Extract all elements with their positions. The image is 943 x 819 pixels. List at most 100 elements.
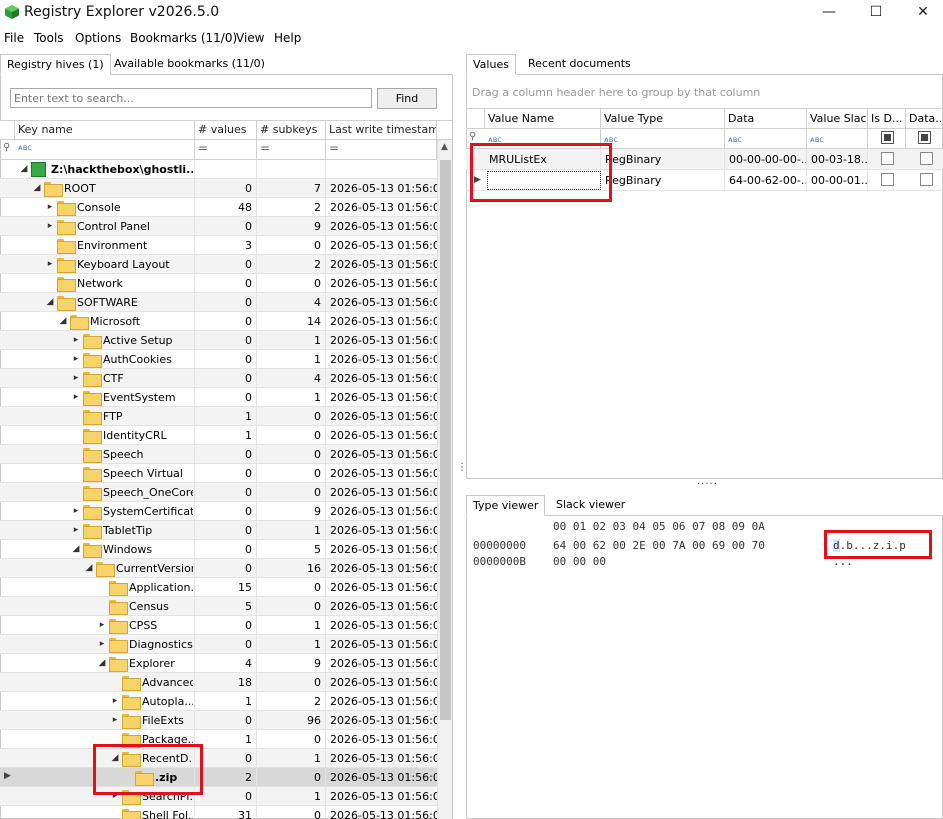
is-deleted-checkbox[interactable] [881,173,894,186]
search-input[interactable] [10,88,372,108]
tab-slack-viewer[interactable]: Slack viewer [550,495,631,516]
col-value-slack[interactable]: Value Slack [807,109,868,129]
tree-row[interactable]: ▸ EventSystem 0 1 2026-05-13 01:56:03 [0,388,437,407]
expand-icon[interactable]: ▸ [97,620,107,630]
is-deleted-filter-checkbox[interactable] [881,131,894,144]
menu-tools[interactable]: Tools [34,31,64,45]
key-name-cell[interactable]: ◢ ROOT [15,179,195,198]
tree-row[interactable]: FTP 1 0 2026-05-13 01:56:02 [0,407,437,426]
menu-options[interactable]: Options [75,31,121,45]
expand-icon[interactable]: ▸ [45,202,55,212]
filter-is-deleted[interactable] [868,129,906,148]
key-name-cell[interactable]: ▸ FileExts [15,711,195,730]
key-name-cell[interactable]: IdentityCRL [15,426,195,445]
key-name-cell[interactable]: ▸ Keyboard Layout [15,255,195,274]
col-is-deleted[interactable]: Is D... [868,109,906,129]
key-name-cell[interactable]: ◢ Z:\hackthebox\ghostli... [15,160,195,179]
minimize-button[interactable]: — [814,2,844,24]
expand-icon[interactable]: ▸ [45,221,55,231]
expand-icon[interactable]: ▸ [71,525,81,535]
key-name-cell[interactable]: ◢ Microsoft [15,312,195,331]
col-key-name[interactable]: Key name [15,121,195,140]
col-subkeys[interactable]: # subkeys [257,121,326,140]
key-name-cell[interactable]: Speech_OneCore [15,483,195,502]
filter-data[interactable]: ᴀʙc [725,129,807,148]
expand-icon[interactable]: ▸ [71,335,81,345]
expand-icon[interactable]: ▸ [71,392,81,402]
tree-row[interactable]: IdentityCRL 1 0 2026-05-13 01:56:02 [0,426,437,445]
key-name-cell[interactable]: FTP [15,407,195,426]
find-button[interactable]: Find [377,88,437,109]
tree-row[interactable]: ▸ Active Setup 0 1 2026-05-13 01:56:02 [0,331,437,350]
key-name-cell[interactable]: Advanced [15,673,195,692]
data-recovered-checkbox[interactable] [920,152,933,165]
expand-icon[interactable]: ▸ [45,259,55,269]
tree-row[interactable]: ▸ TabletTip 0 1 2026-05-13 01:56:02 [0,521,437,540]
tree-scrollbar[interactable]: ▲ [437,140,452,819]
key-name-cell[interactable]: ◢ CurrentVersion [15,559,195,578]
is-deleted-checkbox[interactable] [881,152,894,165]
menu-bookmarks[interactable]: Bookmarks (11/0) [130,31,237,45]
tree-row[interactable]: ▸SearchPl...012026-05-13 01:56:02 [0,787,437,806]
key-name-cell[interactable]: ▸ Diagnostics [15,635,195,654]
hex-bytes[interactable]: 64 00 62 00 2E 00 7A 00 69 00 70 [553,539,765,552]
expand-icon[interactable]: ▸ [97,639,107,649]
horizontal-splitter-grip[interactable]: ····· [697,479,718,490]
tree-row[interactable]: ▸ Control Panel 0 9 2026-05-13 01:56:02 [0,217,437,236]
col-data-recovered[interactable]: Data... [906,109,943,129]
tab-type-viewer[interactable]: Type viewer [466,495,546,516]
tree-row[interactable]: Census 5 0 2026-05-13 01:56:02 [0,597,437,616]
collapse-icon[interactable]: ◢ [71,544,81,554]
key-name-cell[interactable]: Speech Virtual [15,464,195,483]
menu-file[interactable]: File [4,31,24,45]
tree-row[interactable]: Shell Fol... 31 0 2026-05-13 01:56:02 [0,806,437,819]
filter-timestamp[interactable]: = [326,140,437,159]
collapse-icon[interactable]: ◢ [97,658,107,668]
tree-row[interactable]: Speech 0 0 2026-05-13 01:56:02 [0,445,437,464]
tree-row[interactable]: ▸ Autopla... 1 2 2026-05-13 01:56:02 [0,692,437,711]
collapse-icon[interactable]: ◢ [19,164,29,174]
key-name-cell[interactable]: ◢ Explorer [15,654,195,673]
tree-row[interactable]: ▸ CTF 0 4 2026-05-13 01:56:02 [0,369,437,388]
key-name-cell[interactable]: ▸ AuthCookies [15,350,195,369]
expand-icon[interactable]: ▸ [71,506,81,516]
tab-values[interactable]: Values [466,54,516,75]
col-values[interactable]: # values [195,121,257,140]
filter-data-recovered[interactable] [906,129,943,148]
tree-row[interactable]: Environment 3 0 2026-05-13 01:56:02 [0,236,437,255]
tree-row[interactable]: ◢ ROOT 0 7 2026-05-13 01:56:02 [0,179,437,198]
tree-row[interactable]: ◢ Microsoft 0 14 2026-05-13 01:56:04 [0,312,437,331]
key-name-cell[interactable]: ▸ SystemCertificat... [15,502,195,521]
tree-row[interactable]: ◢ Explorer 4 9 2026-05-13 01:56:03 [0,654,437,673]
tree-row[interactable]: ▸ Diagnostics 0 1 2026-05-13 01:56:02 [0,635,437,654]
filter-values[interactable]: = [195,140,257,159]
col-last-write[interactable]: Last write timestamp [326,121,437,140]
tree-row[interactable]: ◢ CurrentVersion 0 16 2026-05-13 01:56:02 [0,559,437,578]
key-name-cell[interactable]: ◢ Windows [15,540,195,559]
collapse-icon[interactable]: ◢ [32,183,42,193]
tree-row[interactable]: ◢ Z:\hackthebox\ghostli... [0,160,437,179]
tree-row[interactable]: Advanced 18 0 2026-05-13 01:56:02 [0,673,437,692]
tree-row[interactable]: ▸ CPSS 0 1 2026-05-13 01:56:03 [0,616,437,635]
key-name-cell[interactable]: Network [15,274,195,293]
tree-row[interactable]: Package... 1 0 2026-05-13 01:56:02 [0,730,437,749]
collapse-icon[interactable]: ◢ [84,563,94,573]
key-name-cell[interactable]: ▸ CPSS [15,616,195,635]
key-name-cell[interactable]: ▸ Control Panel [15,217,195,236]
tree-row[interactable]: Speech_OneCore 0 0 2026-05-13 01:56:02 [0,483,437,502]
tree-row[interactable]: ◢ SOFTWARE 0 4 2026-05-13 01:56:02 [0,293,437,312]
key-name-cell[interactable]: ▸ EventSystem [15,388,195,407]
filter-subkeys[interactable]: = [257,140,326,159]
tree-row[interactable]: Speech Virtual 0 0 2026-05-13 01:56:02 [0,464,437,483]
key-name-cell[interactable]: Speech [15,445,195,464]
tree-row[interactable]: ◢ Windows 0 5 2026-05-13 01:56:02 [0,540,437,559]
filter-key-name[interactable]: ᴀʙc [15,140,195,159]
scroll-thumb[interactable] [440,160,451,720]
tree-row[interactable]: ▸ SystemCertificat...09 2026-05-13 01:56:0… [0,502,437,521]
key-name-cell[interactable]: ▸ TabletTip [15,521,195,540]
tree-row[interactable]: ▶ .zip 2 0 2026-05-13 01:56:02 [0,768,437,787]
tab-registry-hives[interactable]: Registry hives (1) [0,54,111,75]
data-recovered-filter-checkbox[interactable] [918,131,931,144]
col-value-type[interactable]: Value Type [601,109,725,129]
col-value-name[interactable]: Value Name [485,109,601,129]
